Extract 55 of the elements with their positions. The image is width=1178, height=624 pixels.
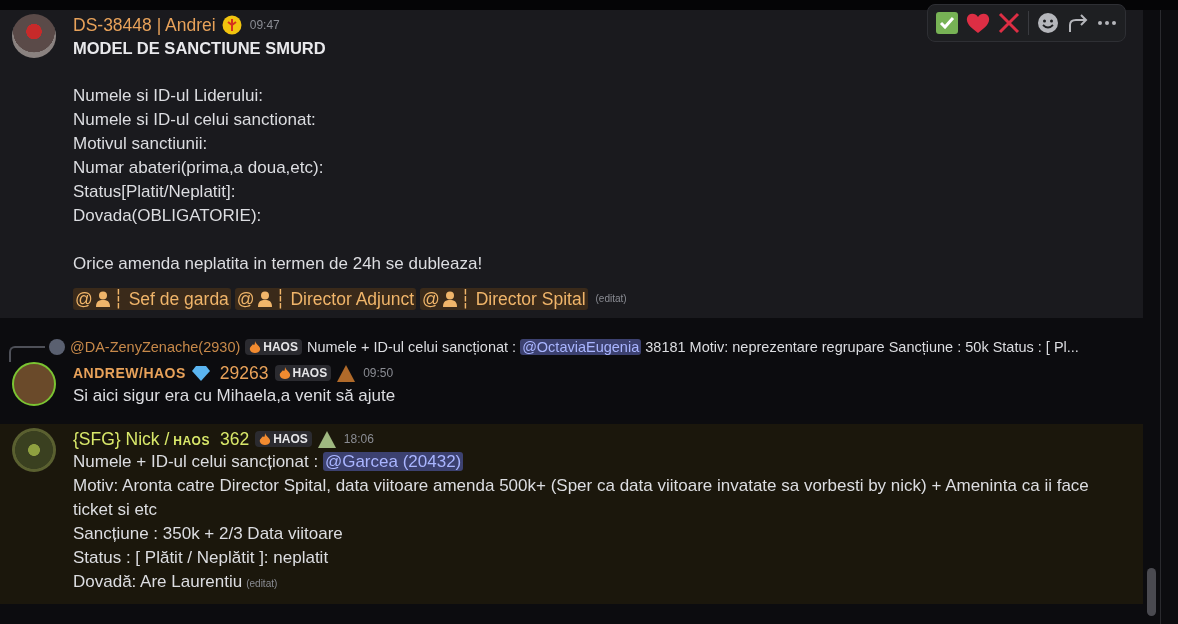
emoji-icon[interactable] bbox=[1037, 12, 1059, 34]
person-icon bbox=[442, 291, 457, 307]
cross-reaction-icon[interactable] bbox=[998, 12, 1020, 34]
role-tag: HAOS bbox=[255, 431, 312, 447]
message-text: Motiv: Aronta catre Director Spital, data viitoare amenda 500k+ (Sper ca data viitoare invatate sa vorbesti by nick) + Ameninta ca ii face ticket si etc bbox=[73, 475, 1090, 521]
message-text: Numele si ID-ul celui sanctionat: bbox=[73, 109, 317, 131]
message-text: Numele si ID-ul Liderului: bbox=[73, 85, 264, 107]
medical-emblem-icon bbox=[221, 15, 242, 35]
user-mention[interactable]: @OctaviaEugenia bbox=[520, 339, 642, 355]
message-text: Status : [ Plătit / Neplătit ]: neplatit bbox=[73, 547, 330, 569]
message-text: Numele + ID-ul celui sancționat : @Garcea (20432) bbox=[73, 451, 465, 473]
message-text: Sancțiune : 350k + 2/3 Data viitoare bbox=[73, 523, 344, 545]
flame-icon bbox=[278, 366, 291, 380]
message-text: Status[Platit/Neplatit]: bbox=[73, 181, 237, 203]
message-text: Numar abateri(prima,a doua,etc): bbox=[73, 157, 325, 179]
edited-label: (editat) bbox=[246, 578, 278, 589]
person-icon bbox=[257, 291, 272, 307]
diamond-icon bbox=[191, 365, 210, 381]
message-text: Motivul sanctiunii: bbox=[73, 133, 209, 155]
timestamp: 09:47 bbox=[249, 18, 280, 32]
role-mention[interactable]: @ ┆ Director Spital bbox=[420, 288, 588, 310]
message-text: Si aici sigur era cu Mihaela,a venit să ajute bbox=[73, 385, 397, 407]
reply-avatar bbox=[49, 339, 65, 355]
avatar-eye-emblem[interactable] bbox=[12, 428, 56, 472]
heart-reaction-icon[interactable] bbox=[966, 12, 990, 34]
author-name[interactable]: DS-38448 | Andrei bbox=[73, 14, 216, 36]
message-heading: MODEL DE SANCTIUNE SMURD bbox=[73, 38, 327, 59]
check-reaction-icon[interactable] bbox=[936, 12, 958, 34]
author-name[interactable]: ANDREW/HAOS bbox=[73, 365, 186, 381]
flame-icon bbox=[249, 340, 262, 354]
message-text: Dovada(OBLIGATORIE): bbox=[73, 205, 263, 227]
flame-icon bbox=[259, 432, 272, 446]
user-mention[interactable]: @Garcea (20432) bbox=[322, 452, 464, 471]
reply-author[interactable]: @DA-ZenyZenache(2930) bbox=[70, 339, 241, 355]
avatar-photo-placeholder[interactable] bbox=[12, 14, 56, 58]
edited-label: (editat) bbox=[595, 292, 627, 306]
avatar-emblem[interactable] bbox=[12, 362, 56, 406]
triangle-icon bbox=[317, 430, 336, 448]
triangle-icon bbox=[337, 364, 356, 382]
person-icon bbox=[95, 291, 110, 307]
timestamp: 09:50 bbox=[363, 366, 394, 380]
reply-text[interactable]: Numele + ID-ul celui sancționat : @OctaviaEugenia 38181 Motiv: neprezentare regrupare Sancțiune : 50k Status : [ Pl... bbox=[306, 339, 1079, 355]
more-icon[interactable] bbox=[1097, 20, 1117, 26]
forward-icon[interactable] bbox=[1067, 13, 1089, 33]
role-mention[interactable]: @ ┆ Director Adjunct bbox=[234, 288, 416, 310]
timestamp: 18:06 bbox=[343, 432, 374, 446]
message-text: Dovadă: Are Laurentiu (editat) bbox=[73, 571, 279, 593]
role-mention[interactable]: @ ┆ Sef de garda bbox=[73, 288, 231, 310]
role-tag: HAOS bbox=[245, 339, 302, 355]
message-text: Orice amenda neplatita in termen de 24h se dubleaza! bbox=[73, 253, 484, 275]
scrollbar-thumb[interactable] bbox=[1147, 568, 1156, 616]
author-name[interactable]: {SFG} Nick / HAOS bbox=[73, 428, 210, 450]
user-number: 29263 bbox=[219, 362, 269, 384]
user-number: 362 bbox=[219, 428, 250, 450]
role-tag: HAOS bbox=[274, 365, 332, 381]
